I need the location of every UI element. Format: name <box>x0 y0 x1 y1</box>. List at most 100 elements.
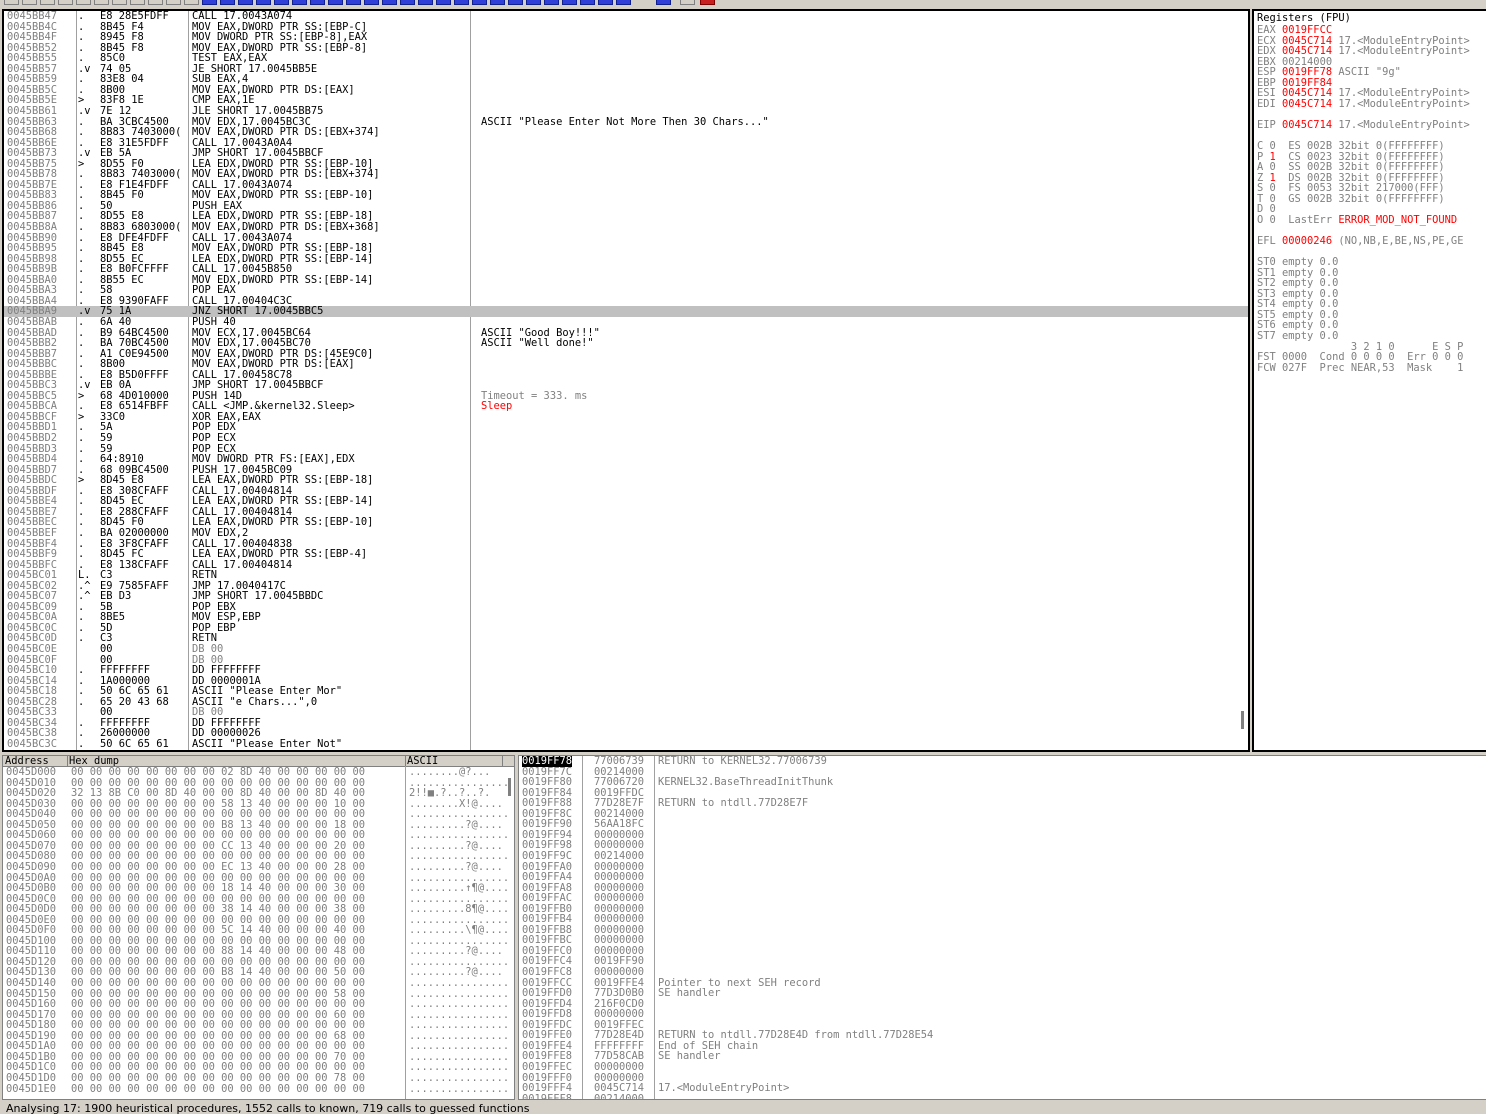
disasm-row[interactable]: 0045BB98. 8D55 EC LEA EDX,DWORD PTR SS:[EB… <box>4 254 1248 265</box>
dump-row[interactable]: 0045D0B0 00 00 00 00 00 00 00 00 18 14 40… <box>3 883 514 894</box>
stack-row[interactable]: 0019FF88 77D28E7F RETURN to ntdll.77D28E7F <box>519 798 1486 809</box>
disasm-row[interactable]: 0045BB73 .v EB 5A JMP SHORT 17.0045BBCF <box>4 148 1248 159</box>
disasm-row[interactable]: 0045BC38. 26000000 DD 00000026 <box>4 728 1248 739</box>
disasm-row[interactable]: 0045BBB7. A1 C0E94500 MOV EAX,DWORD PTR DS… <box>4 349 1248 360</box>
toolbar-button[interactable] <box>112 0 127 5</box>
toolbar-button[interactable] <box>130 0 145 5</box>
disasm-row[interactable]: 0045BB55. 85C0 TEST EAX,EAX <box>4 53 1248 64</box>
stack-row[interactable]: 0019FF94 00000000 <box>519 830 1486 841</box>
disasm-row[interactable]: 0045BBFC. E8 138CFAFF CALL 17.00404814 <box>4 560 1248 571</box>
toolbar-button[interactable] <box>76 0 91 5</box>
toolbar-button[interactable] <box>656 0 671 5</box>
toolbar-button[interactable] <box>328 0 343 5</box>
disasm-row[interactable]: 0045BBE7. E8 288CFAFF CALL 17.00404814 <box>4 507 1248 518</box>
disasm-row[interactable]: 0045BBD3. 59 POP ECX <box>4 443 1248 455</box>
disasm-row[interactable]: 0045BB68. 8B83 7403000(MOV EAX,DWORD PTR … <box>4 127 1248 138</box>
disasm-row[interactable]: 0045BBC3 .v EB 0A JMP SHORT 17.0045BBCF <box>4 380 1248 391</box>
disasm-row[interactable]: 0045BB9B. E8 B0FCFFFF CALL 17.0045B850 <box>4 264 1248 275</box>
register-line[interactable]: EIP 0045C714 17.<ModuleEntryPoint> <box>1257 120 1486 131</box>
disasm-row[interactable]: 0045BB78. 8B83 7403000(MOV EAX,DWORD PTR … <box>4 169 1248 180</box>
toolbar-button[interactable] <box>616 0 631 5</box>
stack-row[interactable]: 0019FFD4 216F0CD0 <box>519 999 1486 1010</box>
toolbar-button[interactable] <box>346 0 361 5</box>
dump-header-address[interactable]: Address <box>3 756 68 766</box>
stack-row[interactable]: 0019FFE8 77D58CAB SE handler <box>519 1051 1486 1062</box>
stack-row[interactable]: 0019FFBC 00000000 <box>519 935 1486 946</box>
toolbar-button[interactable] <box>220 0 235 5</box>
stack-row[interactable]: 0019FFA0 00000000 <box>519 861 1486 873</box>
toolbar-button[interactable] <box>238 0 253 5</box>
toolbar-button[interactable] <box>680 0 695 5</box>
disasm-row[interactable]: 0045BB61 .v 7E 12 JLE SHORT 17.0045BB75 <box>4 106 1248 117</box>
stack-row[interactable]: 0019FF8C 00214000 <box>519 809 1486 820</box>
disasm-row[interactable]: 0045BBF4. E8 3F8CFAFF CALL 17.00404838 <box>4 538 1248 550</box>
disasm-row[interactable]: 0045BC01 L. C3 RETN <box>4 570 1248 581</box>
toolbar-button[interactable] <box>22 0 37 5</box>
disasm-row[interactable]: 0045BC0D. C3 RETN <box>4 633 1248 644</box>
stack-row[interactable]: 0019FFB0 00000000 <box>519 904 1486 915</box>
disasm-row[interactable]: 0045BBBC. 8B00 MOV EAX,DWORD PTR DS:[EAX] <box>4 359 1248 370</box>
toolbar-button[interactable] <box>490 0 505 5</box>
disasm-row[interactable]: 0045BBAD. B9 64BC4500 MOV ECX,17.0045BC64 A… <box>4 327 1248 339</box>
disasm-row[interactable]: 0045BBBE. E8 B5D0FFFF CALL 17.00458C78 <box>4 370 1248 381</box>
toolbar-button[interactable] <box>472 0 487 5</box>
disasm-row[interactable]: 0045BBD2. 59 POP ECX <box>4 433 1248 444</box>
stack-row[interactable]: 0019FFA8 00000000 <box>519 883 1486 894</box>
stack-row[interactable]: 0019FF90 56AA18FC <box>519 819 1486 830</box>
disasm-row[interactable]: 0045BBD1. 5A POP EDX <box>4 422 1248 433</box>
stack-row[interactable]: 0019FFB8 00000000 <box>519 925 1486 936</box>
disasm-row[interactable]: 0045BC18. 50 6C 65 61 ASCII "Please Enter … <box>4 686 1248 697</box>
disasm-row[interactable]: 0045BBD4. 64:8910 MOV DWORD PTR FS:[EAX],E… <box>4 454 1248 465</box>
disasm-row[interactable]: 0045BC0F 00 DB 00 <box>4 654 1248 666</box>
disasm-row[interactable]: 0045BB5C. 8B00 MOV EAX,DWORD PTR DS:[EAX] <box>4 85 1248 96</box>
dump-row[interactable]: 0045D000 00 00 00 00 00 00 00 00 02 8D 40… <box>3 767 514 778</box>
toolbar-button[interactable] <box>400 0 415 5</box>
toolbar-button[interactable] <box>700 0 715 5</box>
stack-row[interactable]: 0019FFF8 00214000 <box>519 1094 1486 1099</box>
disasm-row[interactable]: 0045BC0E 00 DB 00 <box>4 644 1248 655</box>
stack-row[interactable]: 0019FFC8 00000000 <box>519 967 1486 978</box>
disasm-row[interactable]: 0045BC14. 1A000000 DD 0000001A <box>4 676 1248 687</box>
disasm-row[interactable]: 0045BBA4. E8 9390FAFF CALL 17.00404C3C <box>4 296 1248 307</box>
disasm-row[interactable]: 0045BB7E. E8 F1E4FDFF CALL 17.0043A074 <box>4 180 1248 191</box>
dump-header-hex[interactable]: Hex dump <box>67 756 406 766</box>
stack-row[interactable]: 0019FFEC 00000000 <box>519 1062 1486 1073</box>
stack-row[interactable]: 0019FF98 00000000 <box>519 840 1486 851</box>
toolbar-button[interactable] <box>544 0 559 5</box>
register-line[interactable]: T 0 GS 002B 32bit 0(FFFFFFFF) <box>1257 194 1486 205</box>
disasm-row[interactable]: 0045BB87. 8D55 E8 LEA EDX,DWORD PTR SS:[EB… <box>4 211 1248 222</box>
toolbar-button[interactable] <box>580 0 595 5</box>
hex-dump-pane[interactable]: Address Hex dump ASCII 0045D000 00 00 00 … <box>2 755 515 1100</box>
stack-row[interactable]: 0019FFAC 00000000 <box>519 893 1486 904</box>
registers-pane[interactable]: Registers (FPU) EAX 0019FFCC ECX 0045C714… <box>1252 9 1486 752</box>
dump-row[interactable]: 0045D090 00 00 00 00 00 00 00 00 EC 13 40… <box>3 862 514 873</box>
toolbar-button[interactable] <box>58 0 73 5</box>
disasm-row[interactable]: 0045BB63. BA 3CBC4500 MOV EDX,17.0045BC3C A… <box>4 116 1248 128</box>
disasm-row[interactable]: 0045BB52. 8B45 F8 MOV EAX,DWORD PTR SS:[EB… <box>4 43 1248 54</box>
toolbar-button[interactable] <box>256 0 271 5</box>
stack-row[interactable]: 0019FF78 77006739 RETURN to KERNEL32.77006… <box>519 756 1486 767</box>
disasm-row[interactable]: 0045BB8A. 8B83 6803000(MOV EAX,DWORD PTR … <box>4 222 1248 233</box>
stack-row[interactable]: 0019FFC0 00000000 <box>519 946 1486 957</box>
disasm-row[interactable]: 0045BB75 >8D55 F0 LEA EDX,DWORD PTR SS:[EB… <box>4 159 1248 170</box>
disasm-row[interactable]: 0045BB90. E8 DFE4FDFF CALL 17.0043A074 <box>4 232 1248 244</box>
dump-row[interactable]: 0045D1D0 00 00 00 00 00 00 00 00 00 00 00… <box>3 1073 514 1084</box>
disasm-row[interactable]: 0045BBEC. 8D45 F0 LEA EAX,DWORD PTR SS:[EB… <box>4 517 1248 528</box>
toolbar-button[interactable] <box>274 0 289 5</box>
disasm-row[interactable]: 0045BB4C. 8B45 F4 MOV EAX,DWORD PTR SS:[EB… <box>4 21 1248 33</box>
toolbar-button[interactable] <box>184 0 199 5</box>
disasm-row[interactable]: 0045BC07 .^ EB D3 JMP SHORT 17.0045BBDC <box>4 591 1248 602</box>
stack-row[interactable]: 0019FFA4 00000000 <box>519 872 1486 883</box>
disasm-row[interactable]: 0045BC34. FFFFFFFF DD FFFFFFFF <box>4 718 1248 729</box>
toolbar-button[interactable] <box>40 0 55 5</box>
disasm-row[interactable]: 0045BC02 .^ E9 7585FAFF JMP 17.0040417C <box>4 581 1248 592</box>
disasm-row[interactable]: 0045BBE4. 8D45 EC LEA EAX,DWORD PTR SS:[EB… <box>4 496 1248 507</box>
disasm-row[interactable]: 0045BC33 00 DB 00 <box>4 707 1248 718</box>
dump-scrollbar[interactable] <box>508 778 511 796</box>
toolbar-button[interactable] <box>382 0 397 5</box>
disasm-row[interactable]: 0045BC0C. 5D POP EBP <box>4 623 1248 634</box>
register-line[interactable]: FCW 027F Prec NEAR,53 Mask 1 <box>1257 362 1486 374</box>
stack-pane[interactable]: 0019FF78 77006739 RETURN to KERNEL32.77006… <box>518 755 1486 1100</box>
disasm-row[interactable]: 0045BC0A. 8BE5 MOV ESP,EBP <box>4 612 1248 623</box>
stack-row[interactable]: 0019FF80 77006720 KERNEL32.BaseThreadInitT… <box>519 777 1486 788</box>
